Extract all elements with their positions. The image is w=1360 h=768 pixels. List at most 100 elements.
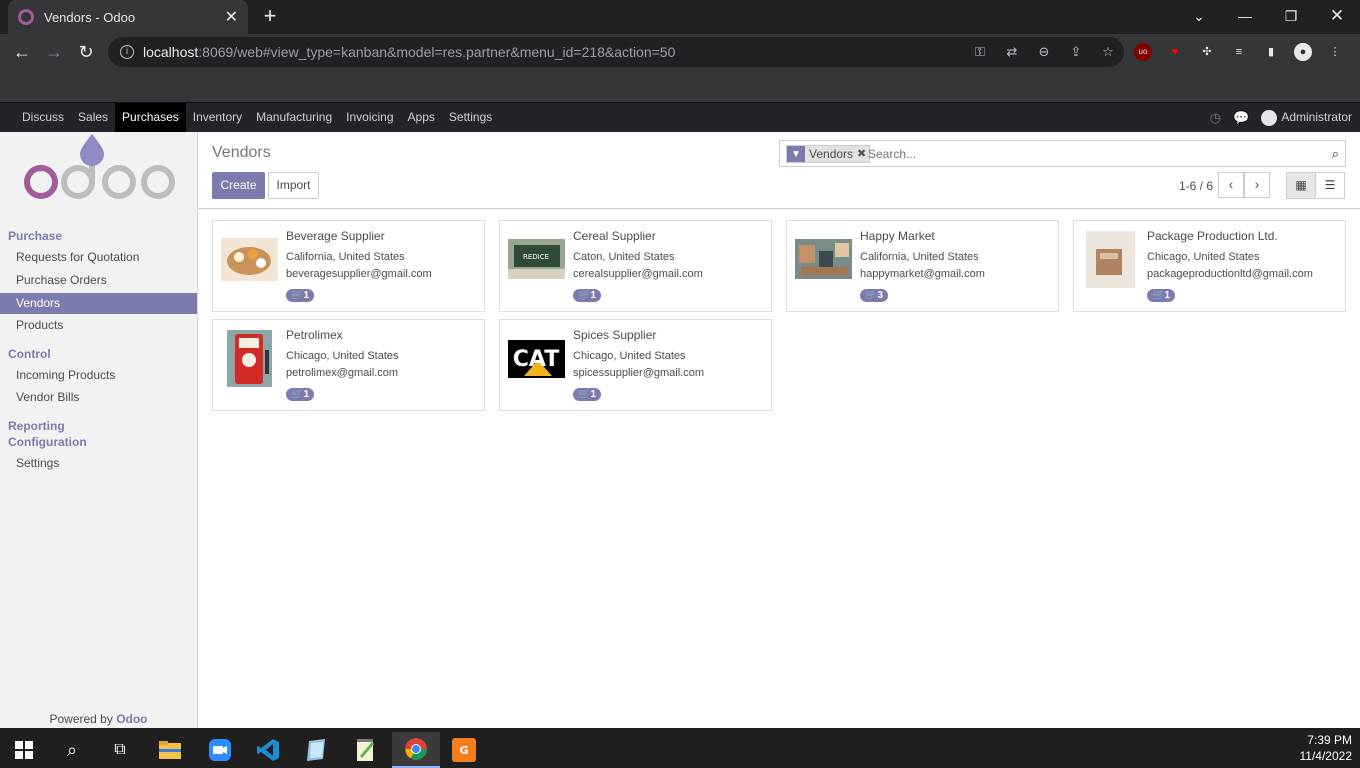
share-icon[interactable]: ⇪ xyxy=(1068,44,1084,60)
messages-chat-icon[interactable]: 💬 xyxy=(1233,110,1249,126)
menu-kebab-icon[interactable]: ⋮ xyxy=(1326,43,1344,61)
vendor-card[interactable]: Happy Market California, United States h… xyxy=(786,220,1059,312)
nav-invoicing[interactable]: Invoicing xyxy=(339,103,400,132)
menu-section-reporting[interactable]: Reporting xyxy=(8,419,65,433)
svg-text:REDICE: REDICE xyxy=(523,253,549,261)
vendor-card[interactable]: Beverage Supplier California, United Sta… xyxy=(212,220,485,312)
menu-item-incoming-products[interactable]: Incoming Products xyxy=(0,365,197,386)
pager-next-button[interactable]: › xyxy=(1244,172,1270,198)
vendor-card[interactable]: Package Production Ltd. Chicago, United … xyxy=(1073,220,1346,312)
pdf-app-icon[interactable]: G xyxy=(440,732,488,768)
vendor-card[interactable]: CAT Spices Supplier Chicago, United Stat… xyxy=(499,319,772,411)
vscode-icon[interactable] xyxy=(244,732,292,768)
vendor-name: Happy Market xyxy=(860,229,935,243)
youtube-ext-icon[interactable]: ♥ xyxy=(1166,43,1184,61)
vendor-email: packageproductionltd@gmail.com xyxy=(1147,268,1313,280)
profile-icon[interactable]: ● xyxy=(1294,43,1312,61)
search-box[interactable]: ▼ Vendors ✖ ⌕ xyxy=(779,140,1346,167)
pager-value[interactable]: 1-6 / 6 xyxy=(1179,179,1213,193)
purchase-count-badge[interactable]: 🛒1 xyxy=(573,289,602,302)
extensions-puzzle-icon[interactable]: ✣ xyxy=(1198,43,1216,61)
purchase-count: 3 xyxy=(877,290,884,301)
search-options-icon[interactable]: ⌕ xyxy=(1332,146,1339,162)
system-clock[interactable]: 7:39 PM 11/4/2022 xyxy=(1300,732,1353,764)
chrome-icon[interactable] xyxy=(392,732,440,768)
file-explorer-icon[interactable] xyxy=(146,732,194,768)
create-button[interactable]: Create xyxy=(212,172,265,199)
search-icon[interactable]: ⌕ xyxy=(48,732,96,768)
list-view-button[interactable]: ☰ xyxy=(1315,172,1345,199)
close-window-button[interactable]: ✕ xyxy=(1314,0,1360,34)
clock-date: 11/4/2022 xyxy=(1299,749,1353,763)
vendor-card[interactable]: Petrolimex Chicago, United States petrol… xyxy=(212,319,485,411)
zoom-app-icon[interactable] xyxy=(196,732,244,768)
vendor-location: Caton, United States xyxy=(573,251,675,263)
nav-manufacturing[interactable]: Manufacturing xyxy=(249,103,339,132)
menu-item-vendor-bills[interactable]: Vendor Bills xyxy=(0,387,197,408)
new-tab-button[interactable]: + xyxy=(258,4,282,28)
menu-item-vendors[interactable]: Vendors xyxy=(0,293,197,314)
menu-item-settings[interactable]: Settings xyxy=(0,453,197,474)
user-name: Administrator xyxy=(1281,109,1352,124)
menu-item-products[interactable]: Products xyxy=(0,315,197,336)
user-menu[interactable]: Administrator xyxy=(1261,109,1352,126)
odoo-logo[interactable] xyxy=(22,132,178,212)
zoom-icon[interactable]: ⊖ xyxy=(1036,44,1052,60)
kanban-view-button[interactable]: ▦ xyxy=(1286,172,1316,199)
nav-discuss[interactable]: Discuss xyxy=(15,103,71,132)
purchase-count-badge[interactable]: 🛒1 xyxy=(573,388,602,401)
vendor-email: spicessupplier@gmail.com xyxy=(573,367,704,379)
restore-button[interactable]: ❐ xyxy=(1268,0,1314,34)
side-panel-icon[interactable]: ▮ xyxy=(1262,43,1280,61)
start-windows-icon[interactable] xyxy=(0,732,48,768)
purchase-count-badge[interactable]: 🛒3 xyxy=(860,289,889,302)
purchase-count-badge[interactable]: 🛒1 xyxy=(1147,289,1176,302)
minimize-button[interactable]: — xyxy=(1222,0,1268,34)
vendor-location: California, United States xyxy=(286,251,405,263)
menu-section-control[interactable]: Control xyxy=(8,347,51,361)
reload-button[interactable]: ↻ xyxy=(74,40,98,64)
vendor-image xyxy=(221,238,278,281)
pager-previous-button[interactable]: ‹ xyxy=(1218,172,1244,198)
key-icon[interactable]: ⚿ xyxy=(972,44,988,60)
address-bar[interactable]: i localhost:8069/web#view_type=kanban&mo… xyxy=(108,37,1124,67)
nav-inventory[interactable]: Inventory xyxy=(186,103,249,132)
search-facet: ▼ Vendors ✖ xyxy=(786,145,871,163)
ublock-icon[interactable]: uo xyxy=(1134,43,1152,61)
tab-search-icon[interactable]: ⌄ xyxy=(1176,0,1222,34)
translate-icon[interactable]: ⇄ xyxy=(1004,44,1020,60)
svg-text:G: G xyxy=(459,744,468,757)
notepadpp-icon[interactable] xyxy=(342,732,390,768)
bookmark-star-icon[interactable]: ☆ xyxy=(1100,44,1116,60)
nav-settings[interactable]: Settings xyxy=(442,103,499,132)
back-button[interactable]: ← xyxy=(10,40,34,64)
vendor-name: Package Production Ltd. xyxy=(1147,229,1278,243)
import-button[interactable]: Import xyxy=(268,172,319,199)
menu-section-purchase[interactable]: Purchase xyxy=(8,229,62,243)
powered-by: Powered by Odoo xyxy=(0,712,197,726)
reading-list-icon[interactable]: ≡ xyxy=(1230,43,1248,61)
purchase-count: 1 xyxy=(1164,290,1171,301)
vendor-card[interactable]: REDICE Cereal Supplier Caton, United Sta… xyxy=(499,220,772,312)
purchase-count-badge[interactable]: 🛒1 xyxy=(286,388,315,401)
nav-purchases[interactable]: Purchases xyxy=(115,103,186,132)
powered-brand-link[interactable]: Odoo xyxy=(116,712,147,726)
vendor-email: petrolimex@gmail.com xyxy=(286,367,399,379)
forward-button[interactable]: → xyxy=(42,40,66,64)
purchase-count-badge[interactable]: 🛒1 xyxy=(286,289,315,302)
browser-tab[interactable]: Vendors - Odoo ✕ xyxy=(8,0,248,34)
vendor-image: REDICE xyxy=(508,239,565,279)
nav-sales[interactable]: Sales xyxy=(71,103,115,132)
menu-section-configuration[interactable]: Configuration xyxy=(8,435,87,449)
site-info-icon[interactable]: i xyxy=(120,45,134,59)
tab-close-icon[interactable]: ✕ xyxy=(225,7,238,27)
notes-app-icon[interactable] xyxy=(292,732,340,768)
activity-clock-icon[interactable]: ◷ xyxy=(1210,110,1221,126)
menu-item-rfq[interactable]: Requests for Quotation xyxy=(0,247,197,268)
menu-item-purchase-orders[interactable]: Purchase Orders xyxy=(0,270,197,291)
browser-tabbar: Vendors - Odoo ✕ + ⌄ — ❐ ✕ xyxy=(0,0,1360,34)
search-input[interactable] xyxy=(868,145,1308,163)
nav-apps[interactable]: Apps xyxy=(401,103,442,132)
cart-icon: 🛒 xyxy=(578,290,591,301)
task-view-icon[interactable]: ⧉ xyxy=(96,732,144,768)
